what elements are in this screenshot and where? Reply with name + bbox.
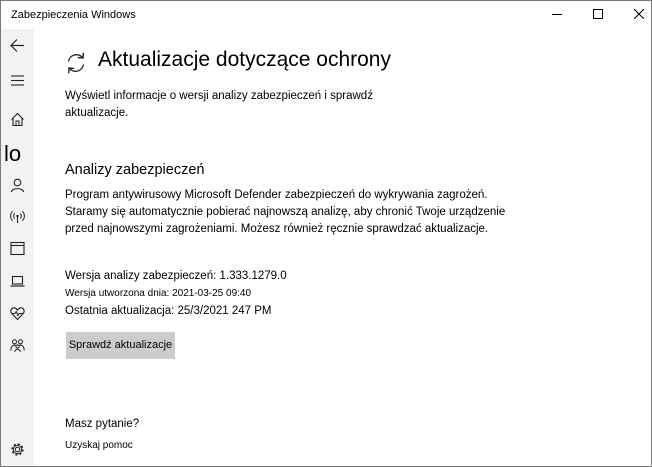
wireless-icon [10,210,25,223]
person-icon [10,178,25,193]
title-bar[interactable]: Zabezpieczenia Windows [1,1,651,29]
check-for-updates-button[interactable]: Sprawdź aktualizacje [66,332,175,359]
sidebar-item-device-security[interactable] [1,267,34,295]
section-description: Program antywirusowy Microsoft Defender … [65,189,506,235]
back-arrow-icon [10,39,24,52]
version-created-date: Wersja utworzona dnia: 2021-03-25 09:40 [65,288,252,299]
intelligence-version: Wersja analizy zabezpieczeń: 1.333.1279.… [65,270,287,282]
sidebar-item-home[interactable] [1,105,34,133]
sidebar-item-account-protection[interactable] [1,171,34,199]
hamburger-icon [11,75,24,86]
sidebar-item-settings[interactable] [1,435,34,463]
close-icon [634,9,644,19]
sidebar-item-family-options[interactable] [1,331,34,359]
section-heading: Analizy zabezpieczeń [65,162,205,178]
close-button[interactable] [619,1,651,29]
page-title: Aktualizacje dotyczące ochrony [98,48,391,71]
sidebar-item-virus-protection[interactable]: lo [4,141,21,167]
help-question: Masz pytanie? [65,418,140,430]
page-intro: Wyświetl informacje o wersji analizy zab… [65,90,373,119]
minimize-button[interactable] [537,1,577,29]
sidebar: lo [1,29,34,466]
laptop-icon [10,275,25,287]
main-content: Aktualizacje dotyczące ochrony Wyświetl … [34,29,651,466]
home-icon [11,112,24,127]
sidebar-item-firewall[interactable] [1,202,34,230]
browser-window-icon [10,241,25,256]
maximize-button[interactable] [578,1,618,29]
gear-icon [11,443,24,456]
family-icon [10,339,25,353]
last-update: Ostatnia aktualizacja: 25/3/2021 247 PM [65,305,272,317]
app-window: Zabezpieczenia Windows lo Aktualizacje d… [0,0,652,467]
heart-health-icon [10,307,25,321]
sidebar-item-device-performance[interactable] [1,299,34,327]
maximize-icon [593,9,603,19]
menu-button[interactable] [1,66,34,94]
get-help-link[interactable]: Uzyskaj pomoc [65,440,133,451]
minimize-icon [552,14,562,15]
window-title: Zabezpieczenia Windows [11,9,136,21]
sidebar-item-app-browser-control[interactable] [1,234,34,262]
refresh-icon [67,52,85,74]
back-button[interactable] [1,31,34,59]
